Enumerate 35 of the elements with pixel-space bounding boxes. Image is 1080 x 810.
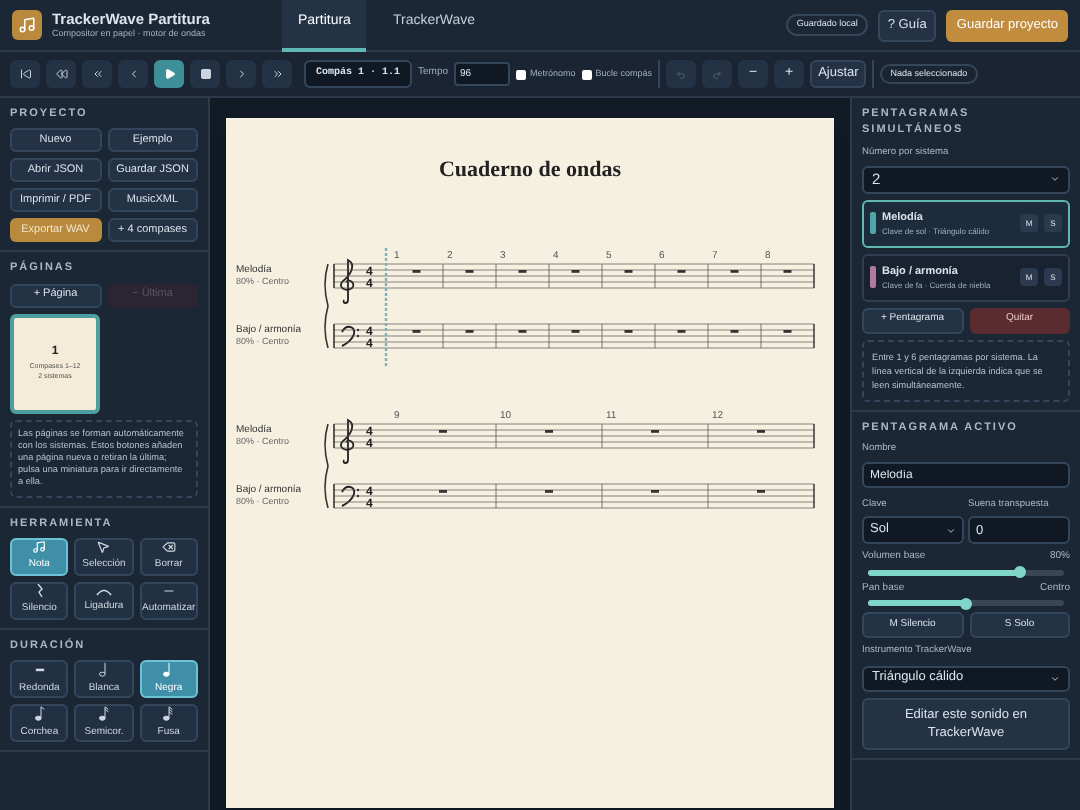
- chevron-down-icon: [946, 525, 956, 536]
- note-icon: [162, 706, 175, 722]
- chevron-right-icon: [235, 68, 247, 80]
- checkbox[interactable]: [581, 69, 592, 79]
- note-icon: [97, 706, 110, 722]
- skip-back-icon: [19, 68, 31, 80]
- rest-icon: [35, 584, 44, 599]
- music-note-icon: [32, 540, 47, 555]
- slider-thumb[interactable]: [1014, 566, 1027, 579]
- redo-icon: [712, 69, 723, 79]
- tie-icon: [95, 587, 112, 596]
- chevron-down-icon: [1050, 174, 1060, 185]
- stop-icon: [199, 68, 211, 80]
- note-icon: [97, 662, 110, 678]
- undo-icon: [676, 69, 687, 79]
- checkbox[interactable]: [516, 69, 527, 79]
- pointer-icon: [96, 540, 111, 555]
- transport-button[interactable]: [154, 60, 184, 88]
- play-icon: [163, 68, 175, 80]
- slider-track[interactable]: [868, 569, 1064, 576]
- logo-icon: [12, 10, 42, 40]
- slider-track[interactable]: [868, 600, 1064, 607]
- brace-icon: [324, 262, 329, 348]
- backspace-icon: [161, 540, 176, 555]
- note-icon: [162, 662, 175, 678]
- brace-icon: [324, 422, 329, 508]
- score-title: Cuaderno de ondas: [438, 156, 622, 186]
- note-icon: [33, 706, 46, 722]
- chevron-left-icon: [127, 68, 139, 80]
- double-chevron-right-icon: [271, 68, 283, 80]
- rewind-icon: [55, 68, 67, 80]
- chevron-down-icon: [1050, 673, 1060, 683]
- slider-thumb[interactable]: [960, 597, 972, 610]
- transport-button[interactable]: [190, 60, 220, 88]
- transport-button[interactable]: [10, 60, 40, 88]
